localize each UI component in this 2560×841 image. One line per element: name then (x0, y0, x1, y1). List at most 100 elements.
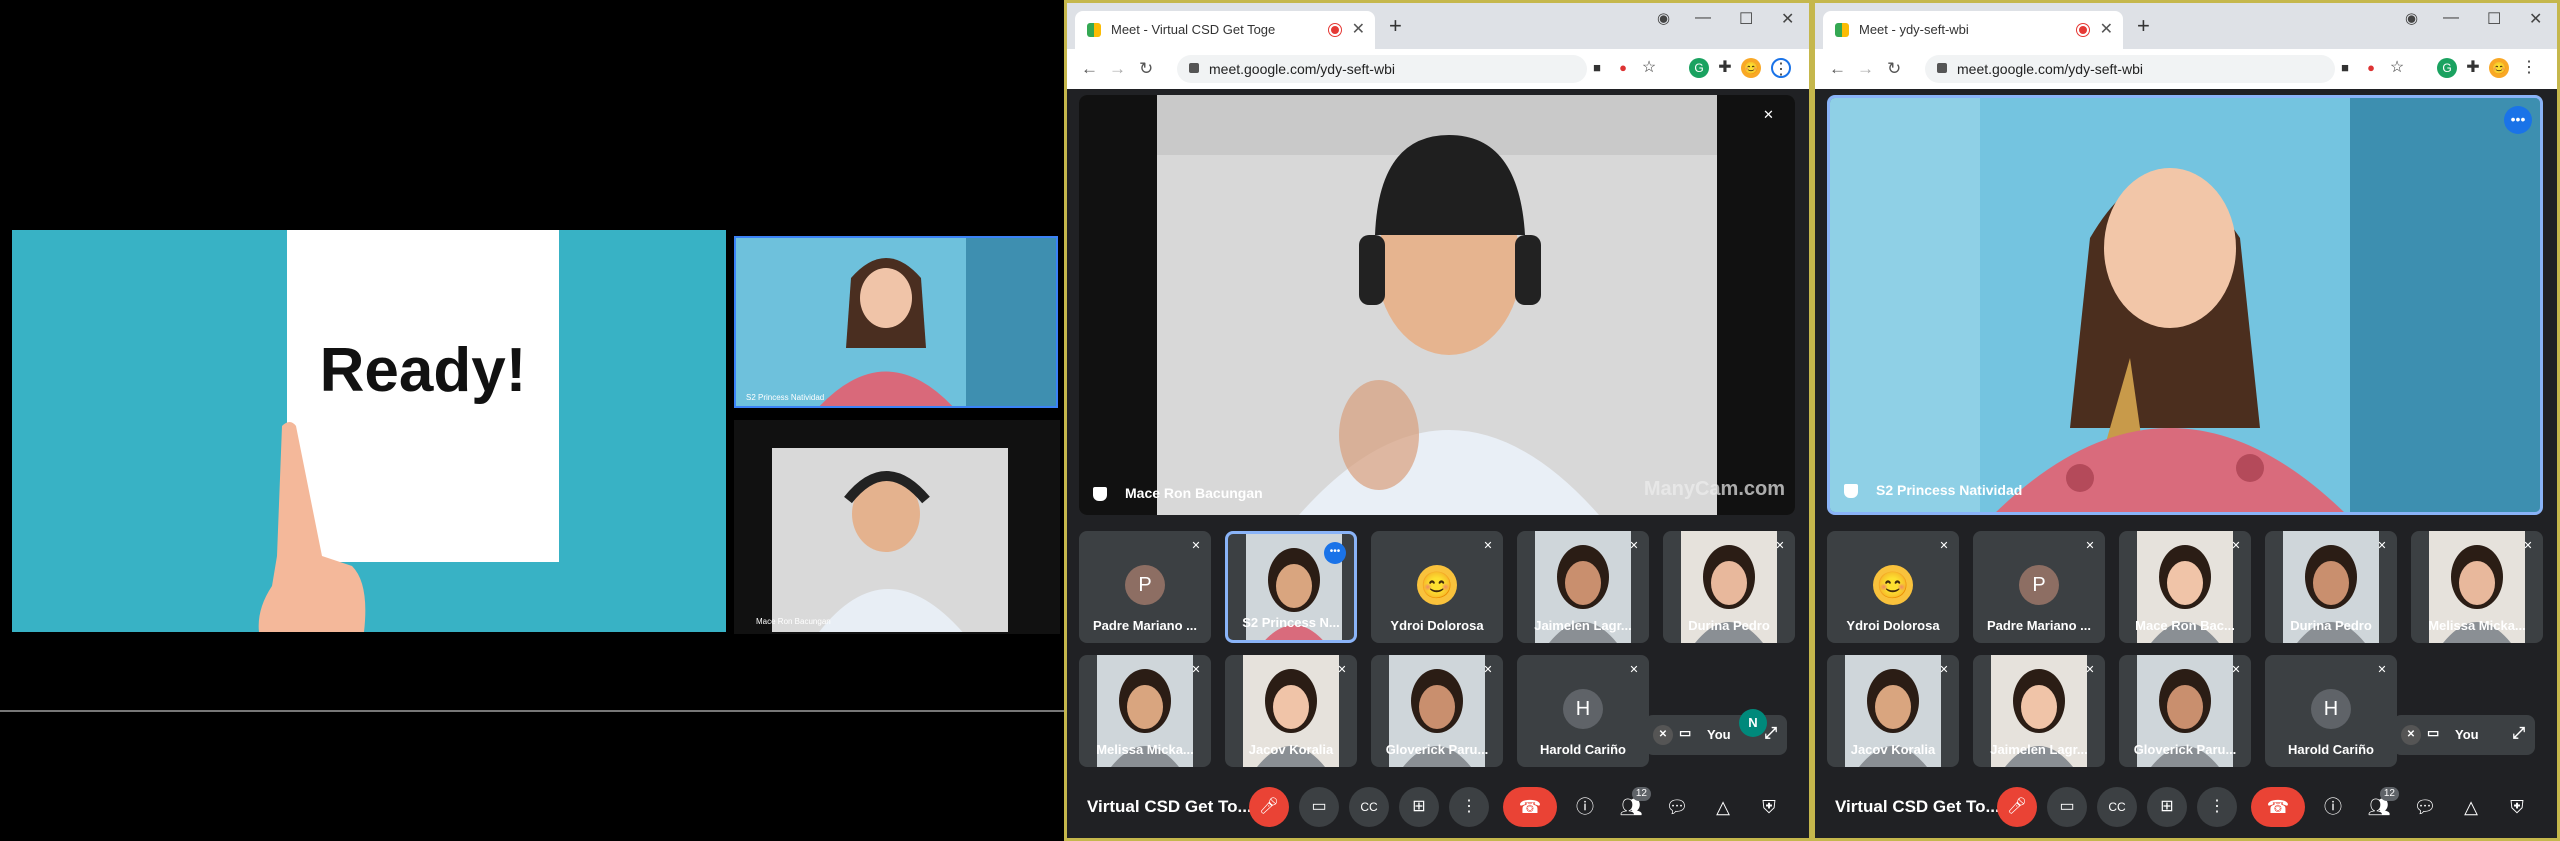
extension-grammarly-icon[interactable]: G (1689, 58, 1709, 78)
camera-indicator-icon[interactable]: ■ (1587, 58, 1607, 78)
host-controls-icon[interactable]: ⛨ (2505, 795, 2529, 819)
participant-tile[interactable]: ✕ Jacov Koralia (1827, 655, 1959, 767)
expand-icon[interactable]: ⤢ (2512, 725, 2525, 743)
minimize-icon[interactable]: — (1695, 9, 1711, 27)
tab-meet[interactable]: Meet - ydy-seft-wbi ✕ (1823, 11, 2123, 49)
participant-tile[interactable]: ••• S2 Princess N... (1225, 531, 1357, 643)
bookmark-star-icon[interactable]: ☆ (2387, 58, 2407, 78)
more-options-button[interactable]: ⋮ (2197, 787, 2237, 827)
present-button[interactable]: ⊞ (1399, 787, 1439, 827)
browser-menu-icon[interactable]: ⋮ (1771, 58, 1791, 78)
info-icon[interactable]: ⓘ (2321, 795, 2345, 819)
minimize-icon[interactable]: — (2443, 9, 2459, 27)
tile-more-options-icon[interactable]: ••• (1324, 542, 1346, 564)
participant-tile[interactable]: P ✕ Padre Mariano ... (1973, 531, 2105, 643)
leave-call-button[interactable]: ☎︎ (1503, 787, 1557, 827)
tab-meet[interactable]: Meet - Virtual CSD Get Toge ✕ (1075, 11, 1375, 49)
participant-name: S2 Princess N... (1242, 615, 1340, 630)
mic-indicator-icon[interactable]: ● (2361, 58, 2381, 78)
media-control-icon[interactable]: ◉ (2405, 9, 2418, 27)
extensions-puzzle-icon[interactable]: ✚ (1715, 58, 1735, 78)
pin-icon[interactable] (1844, 484, 1858, 498)
people-icon[interactable]: 👥︎ 12 (2367, 787, 2399, 819)
close-window-icon[interactable]: ✕ (1781, 9, 1794, 29)
mic-indicator-icon[interactable]: ● (1613, 58, 1633, 78)
participant-tile[interactable]: ✕ Melissa Micka... (1079, 655, 1211, 767)
participant-tile[interactable]: ✕ Durina Pedro (1663, 531, 1795, 643)
thumbnail-label: S2 Princess Natividad (746, 393, 825, 402)
people-icon[interactable]: 👥︎ 12 (1619, 787, 1651, 819)
host-controls-icon[interactable]: ⛨ (1757, 795, 1781, 819)
captions-button[interactable]: CC (1349, 787, 1389, 827)
camera-indicator-icon[interactable]: ■ (2335, 58, 2355, 78)
self-view-tile[interactable]: ✕ ▭ You ⤢ (2393, 715, 2535, 755)
participant-tile[interactable]: H ✕ Harold Cariño (2265, 655, 2397, 767)
info-icon[interactable]: ⓘ (1573, 795, 1597, 819)
chat-icon[interactable]: 💬︎ (1665, 795, 1689, 819)
new-tab-icon[interactable]: + (2137, 13, 2150, 39)
activities-icon[interactable]: △ (1711, 795, 1735, 819)
browser-window-2: Meet - ydy-seft-wbi ✕ + ◉ — ☐ ✕ ← → ↻ me… (1812, 0, 2560, 841)
close-window-icon[interactable]: ✕ (2529, 9, 2542, 29)
address-bar[interactable]: meet.google.com/ydy-seft-wbi (1925, 55, 2335, 83)
participant-tile[interactable]: 😊 ✕ Ydroi Dolorosa (1371, 531, 1503, 643)
activities-icon[interactable]: △ (2459, 795, 2483, 819)
thumbnail-princess[interactable]: S2 Princess Natividad (734, 236, 1058, 408)
main-video[interactable]: ••• S2 Princess Natividad (1827, 95, 2543, 515)
participant-tile[interactable]: ✕ Jaimelen Lagr... (1517, 531, 1649, 643)
participant-tile[interactable]: ✕ Durina Pedro (2265, 531, 2397, 643)
address-bar[interactable]: meet.google.com/ydy-seft-wbi (1177, 55, 1587, 83)
camera-icon[interactable]: ▭ (2427, 725, 2439, 741)
bookmark-star-icon[interactable]: ☆ (1639, 58, 1659, 78)
forward-icon[interactable]: → (1109, 59, 1126, 79)
profile-avatar[interactable]: 😊 (2489, 58, 2509, 78)
participant-tile[interactable]: P ✕ Padre Mariano ... (1079, 531, 1211, 643)
participant-tile[interactable]: 😊 ✕ Ydroi Dolorosa (1827, 531, 1959, 643)
reload-icon[interactable]: ↻ (1139, 59, 1153, 79)
participant-name: Harold Cariño (2288, 742, 2374, 757)
mic-off-icon[interactable]: ✕ (1653, 725, 1673, 745)
mic-toggle-button[interactable]: 🎤︎ (1997, 787, 2037, 827)
reload-icon[interactable]: ↻ (1887, 59, 1901, 79)
main-video[interactable]: ✕ ManyCam.com Mace Ron Bacungan (1079, 95, 1795, 515)
captions-button[interactable]: CC (2097, 787, 2137, 827)
participant-tile[interactable]: H ✕ Harold Cariño (1517, 655, 1649, 767)
tab-close-icon[interactable]: ✕ (1352, 19, 1365, 39)
extensions-puzzle-icon[interactable]: ✚ (2463, 58, 2483, 78)
expand-icon[interactable]: ⤢ (1764, 725, 1777, 743)
muted-icon: ✕ (1775, 540, 1785, 552)
mic-off-icon[interactable]: ✕ (2401, 725, 2421, 745)
participant-tile[interactable]: ✕ Gloverick Paru... (2119, 655, 2251, 767)
camera-toggle-button[interactable]: ▭ (1299, 787, 1339, 827)
browser-toolbar: ← → ↻ meet.google.com/ydy-seft-wbi ■ ● ☆… (1067, 49, 1809, 89)
participant-tile[interactable]: ✕ Melissa Micka... (2411, 531, 2543, 643)
new-tab-icon[interactable]: + (1389, 13, 1402, 39)
maximize-icon[interactable]: ☐ (2487, 9, 2501, 29)
tile-more-options-icon[interactable]: ••• (2504, 106, 2532, 134)
mic-toggle-button[interactable]: 🎤︎ (1249, 787, 1289, 827)
more-options-button[interactable]: ⋮ (1449, 787, 1489, 827)
back-icon[interactable]: ← (1829, 59, 1846, 79)
profile-avatar[interactable]: 😊 (1741, 58, 1761, 78)
leave-call-button[interactable]: ☎︎ (2251, 787, 2305, 827)
forward-icon[interactable]: → (1857, 59, 1874, 79)
browser-menu-icon[interactable]: ⋮ (2519, 58, 2539, 78)
camera-icon[interactable]: ▭ (1679, 725, 1691, 741)
participant-tile[interactable]: ✕ Jacov Koralia (1225, 655, 1357, 767)
tab-close-icon[interactable]: ✕ (2100, 19, 2113, 39)
back-icon[interactable]: ← (1081, 59, 1098, 79)
media-control-icon[interactable]: ◉ (1657, 9, 1670, 27)
extension-grammarly-icon[interactable]: G (2437, 58, 2457, 78)
muted-icon: ✕ (1191, 664, 1201, 676)
maximize-icon[interactable]: ☐ (1739, 9, 1753, 29)
participant-name: Melissa Micka... (1096, 742, 1194, 757)
participant-tile[interactable]: ✕ Gloverick Paru... (1371, 655, 1503, 767)
present-button[interactable]: ⊞ (2147, 787, 2187, 827)
chat-icon[interactable]: 💬︎ (2413, 795, 2437, 819)
pin-icon[interactable] (1093, 487, 1107, 501)
participant-tile[interactable]: ✕ Mace Ron Bac... (2119, 531, 2251, 643)
participant-tile[interactable]: ✕ Jaimelen Lagr... (1973, 655, 2105, 767)
participant-name: Mace Ron Bac... (2135, 618, 2235, 633)
self-view-tile[interactable]: ✕ ▭ You N ⤢ (1645, 709, 1787, 755)
camera-toggle-button[interactable]: ▭ (2047, 787, 2087, 827)
